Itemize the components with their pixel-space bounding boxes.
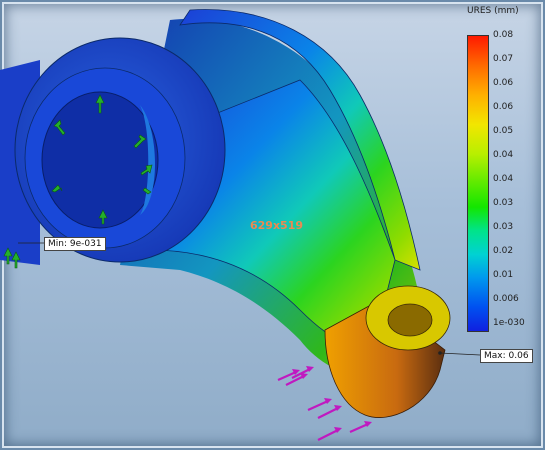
legend-tick: 0.01 <box>493 270 514 280</box>
legend-tick: 0.02 <box>493 246 514 256</box>
legend-tick: 0.04 <box>493 150 514 160</box>
legend-tick: 0.06 <box>493 78 514 88</box>
resolution-watermark: 629x519 <box>250 219 304 232</box>
min-callout[interactable]: Min: 9e-031 <box>44 237 106 251</box>
color-scale-bar[interactable] <box>467 35 489 332</box>
legend-tick: 0.03 <box>493 222 514 232</box>
boss-hole[interactable] <box>387 303 433 337</box>
legend-tick: 0.07 <box>493 54 514 64</box>
legend-tick: 0.03 <box>493 198 514 208</box>
legend-tick: 0.05 <box>493 126 514 136</box>
graphics-viewport[interactable]: 629x519 Min: 9e-031 Max: 0.06 URES (mm) … <box>0 0 545 450</box>
legend-tick: 0.06 <box>493 102 514 112</box>
legend-tick: 1e-030 <box>493 318 525 328</box>
max-leader-line <box>439 352 481 356</box>
max-callout[interactable]: Max: 0.06 <box>480 349 533 363</box>
max-marker <box>438 351 442 355</box>
legend-tick: 0.04 <box>493 174 514 184</box>
legend-tick: 0.006 <box>493 294 519 304</box>
legend-title: URES (mm) <box>467 6 519 16</box>
legend-tick: 0.08 <box>493 30 514 40</box>
